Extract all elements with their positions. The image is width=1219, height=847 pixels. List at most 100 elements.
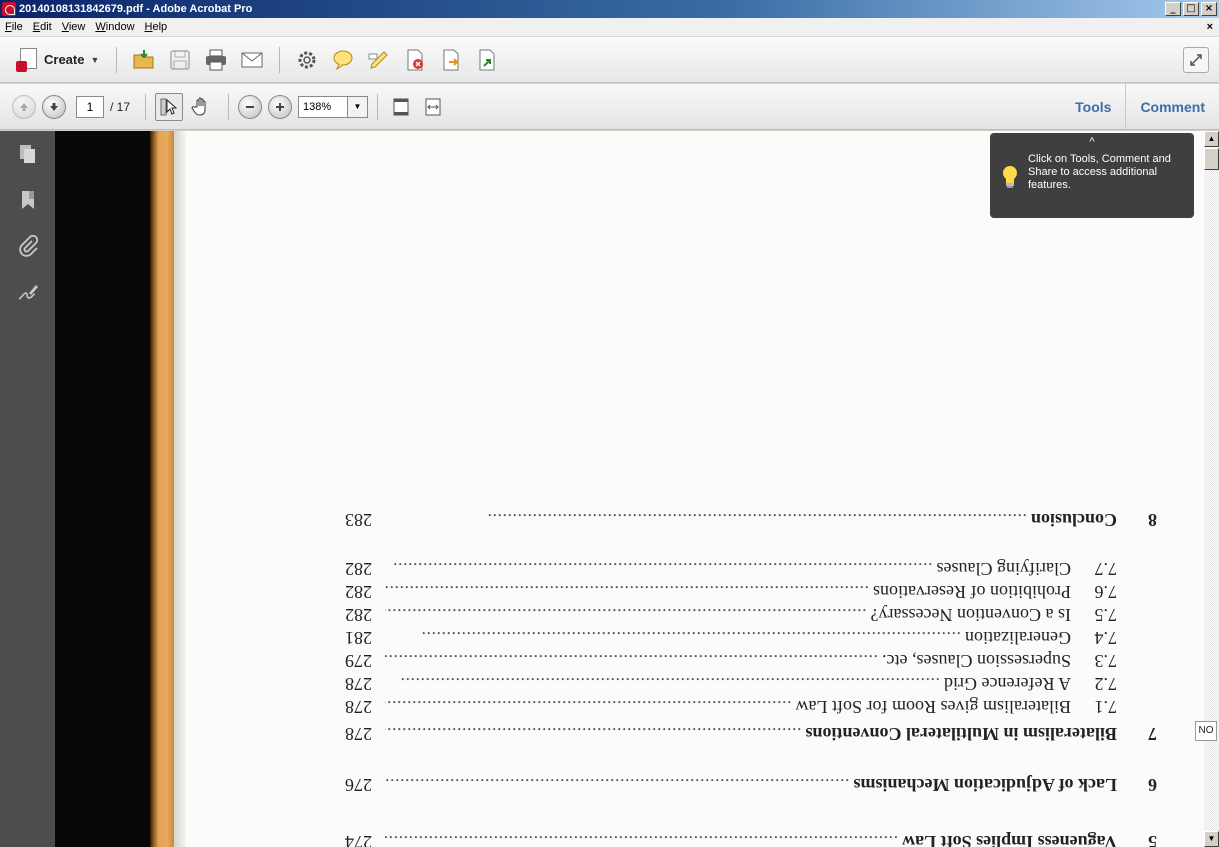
toc-line: 7.6 Prohibition of Reservations ........… [345,582,1117,602]
email-button[interactable] [234,45,270,75]
attachments-button[interactable] [0,223,55,269]
toolbar-divider [145,93,147,120]
tools-tooltip[interactable]: ^ Click on Tools, Comment and Share to a… [990,133,1194,218]
toc-line: 7.3 Supersession Clauses, etc. .........… [345,651,1117,671]
toc-line: 8 Conclusion ...........................… [345,510,1157,530]
chevron-down-icon: ▼ [90,54,100,65]
create-label: Create [44,52,85,67]
print-button[interactable] [198,45,234,75]
toolbar-divider [116,46,118,73]
fit-width-button[interactable] [419,93,447,121]
close-document-icon[interactable]: × [1207,21,1213,33]
printer-icon [206,49,227,70]
previous-page-button[interactable] [12,94,36,119]
fit-page-button[interactable] [387,93,415,121]
arrow-down-icon: ▼ [1207,834,1216,843]
menu-file[interactable]: File [0,21,28,33]
next-page-button[interactable] [42,94,66,119]
create-button[interactable]: Create ▼ [12,45,107,75]
zoom-in-button[interactable] [268,94,293,119]
toolbar-divider [228,93,230,120]
close-window-button[interactable]: × [1201,2,1217,16]
toc-line: 7.5 Is a Convention Necessary? .........… [345,605,1117,625]
minimize-button[interactable]: _ [1165,2,1181,16]
acrobat-app-icon [2,2,16,16]
navigation-pane [0,131,55,847]
toc-line: 7.2 A Reference Grid ...................… [345,674,1117,694]
document-share-icon [479,49,495,70]
toc-line: 7.4 Generalization .....................… [345,628,1117,648]
hand-tool-button[interactable] [187,93,215,121]
toc-line: 7.7 Clarifying Clauses .................… [345,559,1117,579]
page-number-input[interactable]: 1 [76,95,104,118]
highlight-tool-button[interactable] [361,45,397,75]
save-icon [170,49,191,70]
fit-page-icon [393,98,409,115]
document-arrow-icon [443,49,459,70]
scroll-up-button[interactable]: ▲ [1204,131,1219,147]
signatures-button[interactable] [0,269,55,315]
upside-down-toc: 5 Vagueness Implies Soft Law ...........… [186,131,1204,847]
settings-button[interactable] [289,45,325,75]
maximize-button[interactable]: □ [1183,2,1199,16]
toc-line: 7 Bilateralism in Multilateral Conventio… [345,724,1157,744]
zoom-level-input[interactable]: 138% [298,95,349,118]
pages-icon [19,145,35,163]
toc-line: 7.1 Bilateralism gives Room for Soft Law… [345,697,1117,717]
remove-security-button[interactable] [397,45,433,75]
save-button[interactable] [162,45,198,75]
book-page-edge [150,131,174,847]
fit-width-icon [425,98,441,115]
bookmark-icon [21,191,34,209]
gear-icon [298,51,316,68]
arrow-up-icon [20,102,28,111]
tooltip-text: Click on Tools, Comment and Share to acc… [1028,153,1171,191]
document-x-icon [407,49,424,70]
comment-tool-button[interactable] [325,45,361,75]
export-button[interactable] [433,45,469,75]
toc-line: 6 Lack of Adjudication Mechanisms ......… [345,775,1157,795]
window-title: 20140108131842679.pdf - Adobe Acrobat Pr… [19,3,253,15]
menu-edit[interactable]: Edit [28,21,57,33]
expand-arrows-icon [1190,53,1202,66]
toolbar-divider [279,46,281,73]
document-viewport[interactable]: 5 Vagueness Implies Soft Law ...........… [55,131,1204,847]
arrow-down-icon [50,102,58,111]
open-button[interactable] [126,45,162,75]
open-folder-icon [133,49,154,68]
create-pdf-icon [16,47,38,72]
zoom-out-button[interactable] [238,94,263,119]
menu-bar: File Edit View Window Help × [0,18,1219,37]
toc-line: 5 Vagueness Implies Soft Law ...........… [345,832,1157,847]
lightbulb-icon [1003,166,1017,188]
page-margin [174,131,186,847]
menu-window[interactable]: Window [90,21,139,33]
zoom-dropdown-button[interactable]: ▼ [348,95,369,118]
minus-icon [246,105,255,108]
envelope-icon [241,52,263,67]
scroll-thumb[interactable] [1204,148,1219,170]
arrow-up-icon: ▲ [1207,134,1216,143]
chevron-down-icon: ▼ [353,101,362,111]
scroll-down-button[interactable]: ▼ [1204,831,1219,847]
side-badge[interactable]: NO [1195,721,1217,741]
bookmarks-button[interactable] [0,177,55,223]
share-button[interactable] [469,45,505,75]
comment-pane-link[interactable]: Comment [1125,84,1219,129]
speech-bubble-icon [333,50,353,70]
expand-button[interactable] [1183,46,1209,73]
main-toolbar: Create ▼ [0,37,1219,83]
toolbar-divider [377,93,379,120]
menu-help[interactable]: Help [140,21,173,33]
highlighter-icon [368,50,389,69]
pdf-page: 5 Vagueness Implies Soft Law ...........… [186,131,1204,847]
plus-icon [276,102,285,111]
page-thumbnails-button[interactable] [0,131,55,177]
tools-pane-link[interactable]: Tools [1061,84,1125,129]
select-tool-button[interactable] [155,92,184,121]
collapse-tooltip-icon[interactable]: ^ [990,136,1194,149]
scan-shadow [55,131,150,847]
menu-view[interactable]: View [57,21,91,33]
navigation-toolbar: 1 / 17 138% ▼ Tools Comment [0,84,1219,130]
page-total: / 17 [110,99,131,114]
